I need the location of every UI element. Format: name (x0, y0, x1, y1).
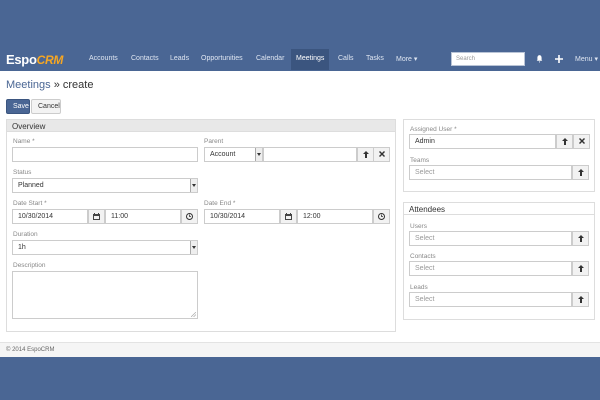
footer-copyright: © 2014 EspoCRM (6, 347, 55, 353)
parent-type-value: Account (210, 151, 236, 158)
arrow-up-icon (561, 138, 568, 145)
footer-bar (0, 342, 600, 357)
status-value: Planned (18, 182, 44, 189)
arrow-up-icon (577, 169, 584, 176)
users-select-button[interactable] (572, 231, 589, 246)
arrow-up-icon (362, 151, 369, 158)
resize-handle-icon[interactable] (191, 312, 196, 317)
leads-field[interactable]: Select (409, 292, 572, 307)
parent-type-select[interactable]: Account (204, 147, 263, 162)
nav-meetings[interactable]: Meetings (291, 49, 330, 70)
nav-contacts[interactable]: Contacts (131, 55, 159, 62)
arrow-up-icon (577, 265, 584, 272)
contacts-field[interactable]: Select (409, 261, 572, 276)
teams-label: Teams (410, 157, 430, 164)
global-search-input[interactable]: Search (451, 52, 525, 66)
page-title: Meetings » create (6, 79, 93, 91)
logo-text: Espo (6, 52, 37, 67)
assigned-user-clear-button[interactable] (573, 134, 590, 149)
chevron-down-icon (190, 179, 197, 192)
breadcrumb-tail: » create (50, 79, 94, 91)
parent-clear-button[interactable] (373, 147, 390, 162)
description-label: Description (13, 262, 46, 269)
status-select[interactable]: Planned (12, 178, 198, 193)
attendees-panel-heading: Attendees (404, 203, 594, 215)
description-textarea[interactable] (12, 271, 198, 319)
status-label: Status (13, 169, 32, 176)
assigned-user-label: Assigned User * (410, 126, 457, 133)
chevron-down-icon (190, 241, 197, 254)
clock-icon (186, 213, 193, 220)
leads-label: Leads (410, 284, 428, 291)
date-end-calendar-button[interactable] (280, 209, 297, 224)
arrow-up-icon (577, 235, 584, 242)
nav-opportunities[interactable]: Opportunities (201, 55, 243, 62)
name-field[interactable] (12, 147, 198, 162)
calendar-icon (285, 213, 292, 220)
close-icon (578, 138, 585, 144)
nav-calls[interactable]: Calls (338, 55, 354, 62)
assigned-user-select-button[interactable] (556, 134, 573, 149)
chevron-down-icon (255, 148, 262, 161)
nav-leads[interactable]: Leads (170, 55, 189, 62)
date-end-time-field[interactable]: 12:00 (297, 209, 373, 224)
date-start-calendar-button[interactable] (88, 209, 105, 224)
duration-select[interactable]: 1h (12, 240, 198, 255)
assigned-user-field[interactable]: Admin (409, 134, 556, 149)
date-end-label: Date End * (204, 200, 236, 207)
app-window: EspoCRM Accounts Contacts Leads Opportun… (0, 0, 600, 400)
date-end-date-field[interactable]: 10/30/2014 (204, 209, 280, 224)
parent-select-button[interactable] (357, 147, 374, 162)
teams-field[interactable]: Select (409, 165, 572, 180)
clock-icon (378, 213, 385, 220)
calendar-icon (93, 213, 100, 220)
parent-name-field[interactable] (263, 147, 357, 162)
breadcrumb-meetings-link[interactable]: Meetings (6, 79, 51, 91)
nav-accounts[interactable]: Accounts (89, 55, 118, 62)
date-end-time-button[interactable] (373, 209, 390, 224)
contacts-label: Contacts (410, 253, 436, 260)
save-button[interactable]: Save (6, 99, 30, 114)
users-field[interactable]: Select (409, 231, 572, 246)
teams-select-button[interactable] (572, 165, 589, 180)
parent-label: Parent (204, 138, 224, 145)
name-label: Name * (13, 138, 35, 145)
nav-tasks[interactable]: Tasks (366, 55, 384, 62)
nav-more-dropdown[interactable]: More ▾ (396, 55, 417, 63)
duration-value: 1h (18, 244, 26, 251)
date-start-date-field[interactable]: 10/30/2014 (12, 209, 88, 224)
plus-icon[interactable] (555, 55, 563, 63)
app-logo[interactable]: EspoCRM (6, 52, 63, 67)
duration-label: Duration (13, 231, 38, 238)
logo-accent: CRM (36, 53, 64, 67)
cancel-button[interactable]: Cancel (31, 99, 61, 114)
date-start-time-button[interactable] (181, 209, 198, 224)
leads-select-button[interactable] (572, 292, 589, 307)
bell-icon[interactable] (536, 55, 543, 63)
nav-calendar[interactable]: Calendar (256, 55, 284, 62)
nav-menu-dropdown[interactable]: Menu ▾ (575, 55, 598, 63)
arrow-up-icon (577, 296, 584, 303)
contacts-select-button[interactable] (572, 261, 589, 276)
date-start-time-field[interactable]: 11:00 (105, 209, 181, 224)
date-start-label: Date Start * (13, 200, 47, 207)
close-icon (378, 151, 385, 157)
users-label: Users (410, 223, 427, 230)
overview-panel-heading: Overview (7, 120, 395, 132)
